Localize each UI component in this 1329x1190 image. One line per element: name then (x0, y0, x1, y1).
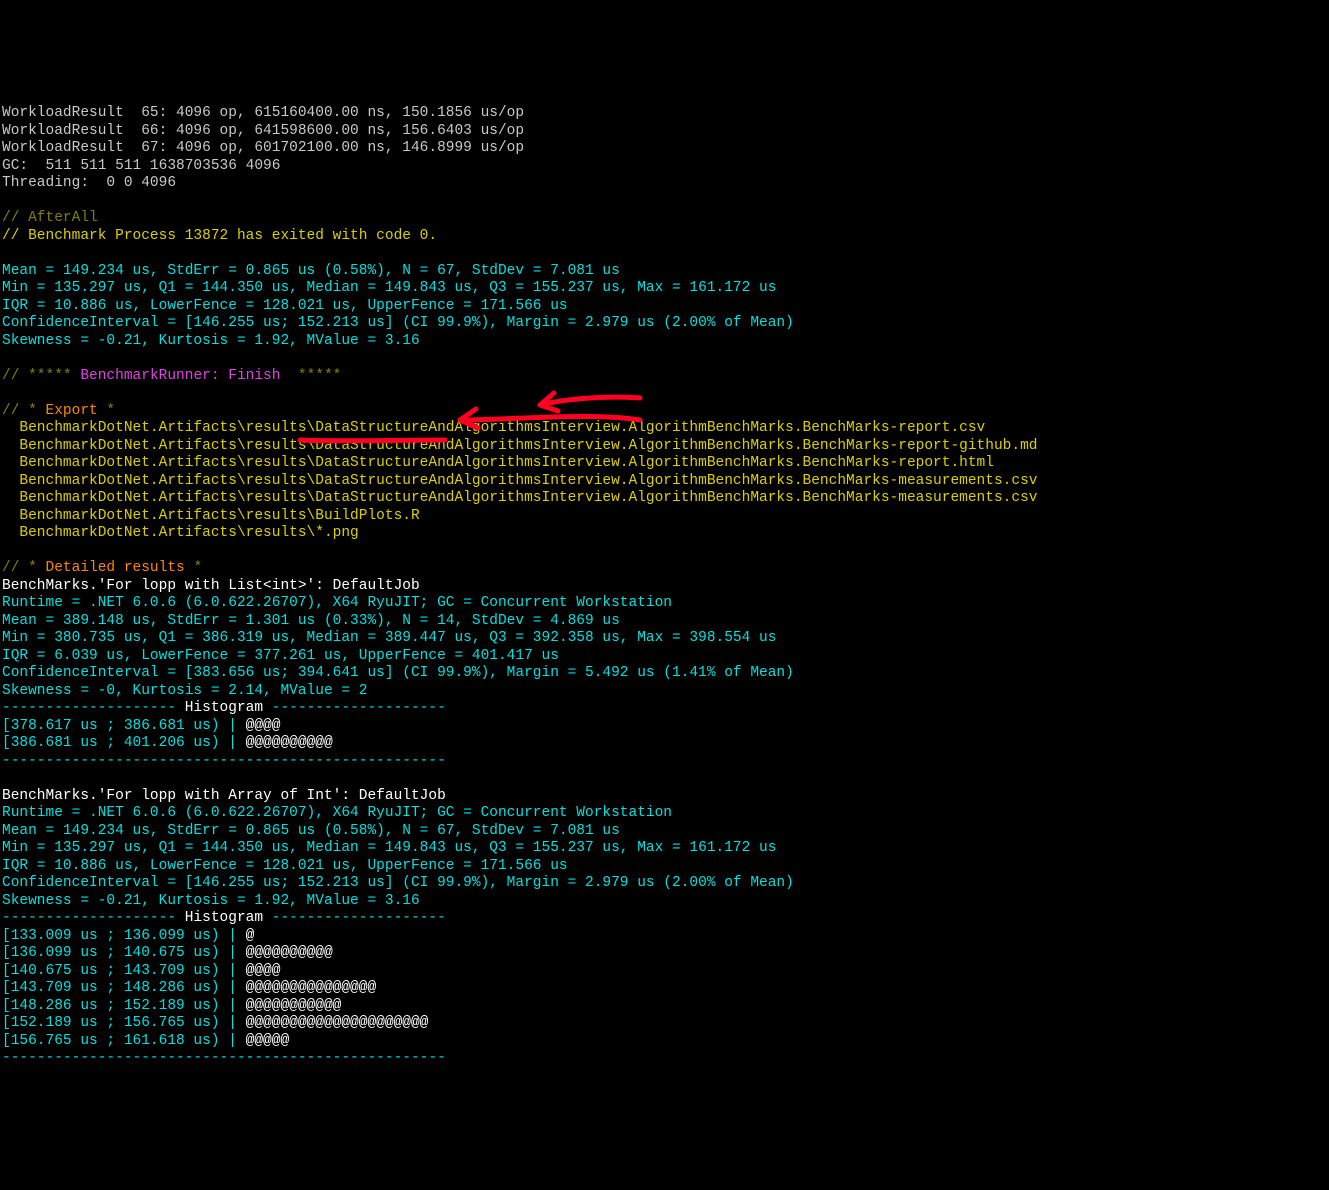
histogram-bucket: [148.286 us ; 152.189 us) | @@@@@@@@@@@ (2, 998, 341, 1014)
export-file-png: BenchmarkDotNet.Artifacts\results\*.png (2, 525, 359, 541)
histogram-bucket: [386.681 us ; 401.206 us) | @@@@@@@@@@ (2, 735, 333, 751)
histogram-bucket: [152.189 us ; 156.765 us) | @@@@@@@@@@@@… (2, 1015, 428, 1031)
divider: ----------------------------------------… (2, 1050, 446, 1066)
histogram-header: -------------------- Histogram ---------… (2, 910, 446, 926)
export-file-buildplots: BenchmarkDotNet.Artifacts\results\BuildP… (2, 508, 420, 524)
workload-result-line: WorkloadResult 67: 4096 op, 601702100.00… (2, 140, 524, 156)
benchmark-title: BenchMarks.'For lopp with List<int>': De… (2, 578, 420, 594)
detailed-results-header: // * Detailed results * (2, 560, 202, 576)
export-file: BenchmarkDotNet.Artifacts\results\DataSt… (2, 473, 1037, 489)
gc-line: GC: 511 511 511 1638703536 4096 (2, 158, 280, 174)
runtime-line: Runtime = .NET 6.0.6 (6.0.622.26707), X6… (2, 595, 672, 611)
stat-skewness: Skewness = -0.21, Kurtosis = 1.92, MValu… (2, 893, 420, 909)
stat-skewness: Skewness = -0.21, Kurtosis = 1.92, MValu… (2, 333, 420, 349)
process-exit-line: // Benchmark Process 13872 has exited wi… (2, 228, 437, 244)
histogram-bucket: [133.009 us ; 136.099 us) | @ (2, 928, 254, 944)
stat-mean: Mean = 389.148 us, StdErr = 1.301 us (0.… (2, 613, 620, 629)
stat-ci: ConfidenceInterval = [146.255 us; 152.21… (2, 315, 794, 331)
stat-ci: ConfidenceInterval = [383.656 us; 394.64… (2, 665, 794, 681)
stat-mean: Mean = 149.234 us, StdErr = 0.865 us (0.… (2, 823, 620, 839)
stat-iqr: IQR = 6.039 us, LowerFence = 377.261 us,… (2, 648, 559, 664)
histogram-bucket: [143.709 us ; 148.286 us) | @@@@@@@@@@@@… (2, 980, 376, 996)
stat-min: Min = 135.297 us, Q1 = 144.350 us, Media… (2, 840, 776, 856)
runtime-line: Runtime = .NET 6.0.6 (6.0.622.26707), X6… (2, 805, 672, 821)
export-file: BenchmarkDotNet.Artifacts\results\DataSt… (2, 438, 1037, 454)
afterall-comment: // AfterAll (2, 210, 98, 226)
threading-line: Threading: 0 0 4096 (2, 175, 176, 191)
workload-result-line: WorkloadResult 66: 4096 op, 641598600.00… (2, 123, 524, 139)
stat-min: Min = 380.735 us, Q1 = 386.319 us, Media… (2, 630, 776, 646)
export-header: // * Export * (2, 403, 115, 419)
histogram-bucket: [136.099 us ; 140.675 us) | @@@@@@@@@@ (2, 945, 333, 961)
histogram-header: -------------------- Histogram ---------… (2, 700, 446, 716)
stat-skewness: Skewness = -0, Kurtosis = 2.14, MValue =… (2, 683, 367, 699)
histogram-bucket: [156.765 us ; 161.618 us) | @@@@@ (2, 1033, 289, 1049)
stat-mean: Mean = 149.234 us, StdErr = 0.865 us (0.… (2, 263, 620, 279)
export-file: BenchmarkDotNet.Artifacts\results\DataSt… (2, 490, 1037, 506)
histogram-bucket: [378.617 us ; 386.681 us) | @@@@ (2, 718, 280, 734)
benchmark-title: BenchMarks.'For lopp with Array of Int':… (2, 788, 446, 804)
export-file: BenchmarkDotNet.Artifacts\results\DataSt… (2, 420, 985, 436)
stat-min: Min = 135.297 us, Q1 = 144.350 us, Media… (2, 280, 776, 296)
divider: ----------------------------------------… (2, 753, 446, 769)
stat-ci: ConfidenceInterval = [146.255 us; 152.21… (2, 875, 794, 891)
stat-iqr: IQR = 10.886 us, LowerFence = 128.021 us… (2, 858, 568, 874)
stat-iqr: IQR = 10.886 us, LowerFence = 128.021 us… (2, 298, 568, 314)
runner-finish-line: // ***** BenchmarkRunner: Finish ***** (2, 368, 341, 384)
export-file: BenchmarkDotNet.Artifacts\results\DataSt… (2, 455, 994, 471)
workload-result-line: WorkloadResult 65: 4096 op, 615160400.00… (2, 105, 524, 121)
histogram-bucket: [140.675 us ; 143.709 us) | @@@@ (2, 963, 280, 979)
terminal-output[interactable]: WorkloadResult 65: 4096 op, 615160400.00… (0, 88, 1329, 1068)
